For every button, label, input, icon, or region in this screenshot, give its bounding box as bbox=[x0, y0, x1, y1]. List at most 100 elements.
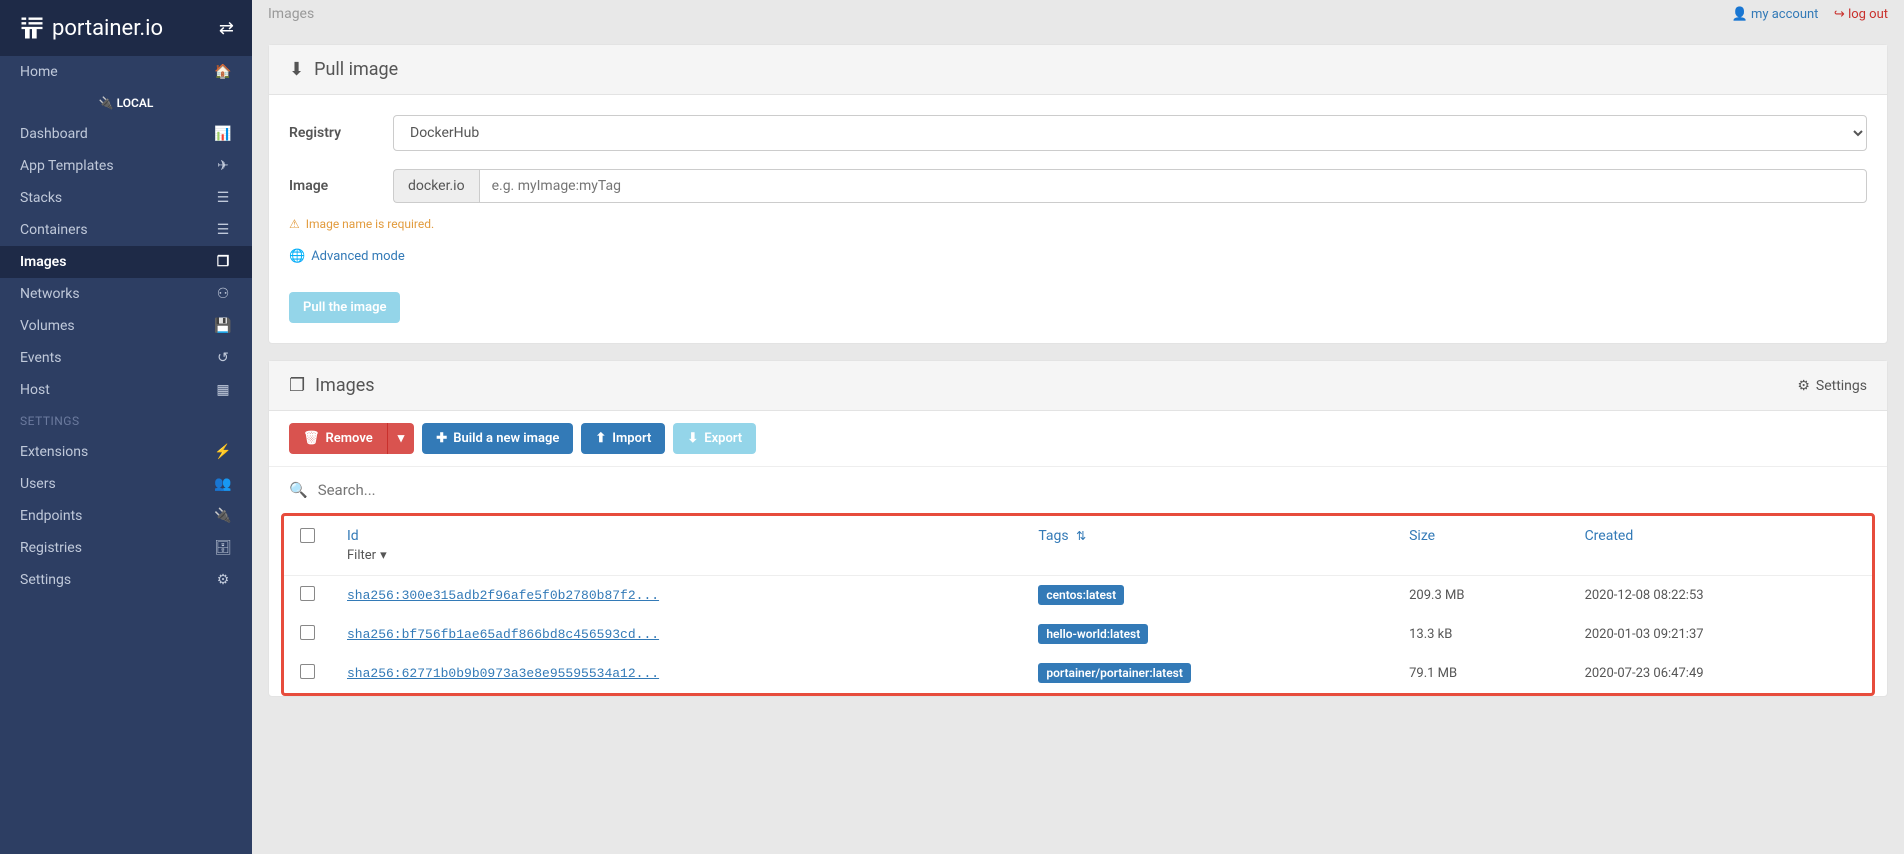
rocket-icon: ✈ bbox=[214, 158, 232, 174]
sidebar-item-label: Volumes bbox=[20, 318, 75, 334]
plus-icon: ✚ bbox=[436, 431, 447, 446]
sidebar-item-label: App Templates bbox=[20, 158, 114, 174]
build-image-button[interactable]: ✚ Build a new image bbox=[422, 423, 573, 454]
pull-image-button[interactable]: Pull the image bbox=[289, 292, 400, 323]
copy-icon: ❐ bbox=[214, 254, 232, 270]
created-cell: 2020-01-03 09:21:37 bbox=[1569, 615, 1872, 654]
images-table: Id Filter ▾ Tags ⇅ Size Created bbox=[284, 516, 1872, 693]
select-all-checkbox[interactable] bbox=[300, 528, 315, 543]
upload-icon: ⬆ bbox=[595, 431, 606, 446]
panel-title: Pull image bbox=[314, 59, 398, 80]
user-icon: 👤 bbox=[1732, 7, 1748, 22]
images-table-highlight: Id Filter ▾ Tags ⇅ Size Created bbox=[281, 513, 1875, 696]
import-button[interactable]: ⬆ Import bbox=[581, 423, 665, 454]
pull-image-panel-header: ⬇ Pull image bbox=[269, 45, 1887, 95]
tags-column-header[interactable]: Tags bbox=[1038, 528, 1068, 544]
table-row: sha256:300e315adb2f96afe5f0b2780b87f2...… bbox=[284, 576, 1872, 616]
plug-icon: 🔌 bbox=[214, 508, 232, 524]
created-column-header[interactable]: Created bbox=[1585, 528, 1634, 544]
tag-badge: centos:latest bbox=[1038, 585, 1124, 605]
search-icon: 🔍 bbox=[289, 481, 308, 499]
sidebar-item-containers[interactable]: Containers ☰ bbox=[0, 214, 252, 246]
main-content: Images 👤 my account ↪ log out ⬇ Pull ima… bbox=[252, 0, 1904, 854]
remove-button[interactable]: 🗑 Remove bbox=[289, 423, 387, 454]
sidebar-item-label: Events bbox=[20, 350, 61, 366]
sidebar-item-dashboard[interactable]: Dashboard 📊 bbox=[0, 118, 252, 150]
bolt-icon: ⚡ bbox=[214, 444, 232, 460]
top-header: Images 👤 my account ↪ log out bbox=[268, 0, 1888, 28]
image-name-input[interactable] bbox=[479, 169, 1867, 203]
size-cell: 209.3 MB bbox=[1393, 576, 1568, 616]
sidebar-item-label: Endpoints bbox=[20, 508, 82, 524]
header-links: 👤 my account ↪ log out bbox=[1720, 6, 1888, 22]
sidebar-item-users[interactable]: Users 👥 bbox=[0, 468, 252, 500]
sidebar-item-app-templates[interactable]: App Templates ✈ bbox=[0, 150, 252, 182]
image-required-warning: ⚠ Image name is required. bbox=[289, 217, 1867, 231]
sidebar-item-label: Images bbox=[20, 254, 66, 270]
image-id-link[interactable]: sha256:62771b0b9b0973a3e8e95595534a12... bbox=[347, 666, 659, 681]
sidebar-item-home[interactable]: Home 🏠 bbox=[0, 56, 252, 88]
breadcrumb: Images bbox=[268, 6, 314, 22]
sidebar-item-label: Users bbox=[20, 476, 56, 492]
sidebar-item-label: Registries bbox=[20, 540, 82, 556]
sidebar-item-label: Home bbox=[20, 64, 58, 80]
table-row: sha256:62771b0b9b0973a3e8e95595534a12...… bbox=[284, 654, 1872, 693]
list-icon: ☰ bbox=[214, 190, 232, 206]
id-column-header[interactable]: Id bbox=[347, 528, 359, 544]
size-cell: 13.3 kB bbox=[1393, 615, 1568, 654]
logout-link[interactable]: ↪ log out bbox=[1834, 7, 1888, 22]
filter-toggle[interactable]: Filter ▾ bbox=[347, 548, 1006, 563]
advanced-mode-link[interactable]: 🌐 Advanced mode bbox=[289, 249, 1867, 264]
created-cell: 2020-12-08 08:22:53 bbox=[1569, 576, 1872, 616]
panel-title: Images bbox=[315, 375, 374, 396]
images-icon: ❐ bbox=[289, 375, 305, 396]
sidebar-item-label: Networks bbox=[20, 286, 80, 302]
sidebar-item-label: Extensions bbox=[20, 444, 88, 460]
sidebar-item-events[interactable]: Events ↺ bbox=[0, 342, 252, 374]
sidebar-item-extensions[interactable]: Extensions ⚡ bbox=[0, 436, 252, 468]
sidebar-item-label: Containers bbox=[20, 222, 88, 238]
sidebar-item-registries[interactable]: Registries 🗄 bbox=[0, 532, 252, 564]
size-column-header[interactable]: Size bbox=[1409, 528, 1435, 544]
registry-select[interactable]: DockerHub bbox=[393, 115, 1867, 151]
history-icon: ↺ bbox=[214, 350, 232, 366]
registry-label: Registry bbox=[289, 125, 393, 141]
sidebar-item-stacks[interactable]: Stacks ☰ bbox=[0, 182, 252, 214]
sidebar-environment-header: 🔌 LOCAL bbox=[0, 88, 252, 118]
remove-dropdown-caret[interactable]: ▾ bbox=[387, 423, 415, 454]
sidebar-item-images[interactable]: Images ❐ bbox=[0, 246, 252, 278]
sidebar-item-networks[interactable]: Networks ⚇ bbox=[0, 278, 252, 310]
search-input[interactable] bbox=[318, 481, 1867, 499]
sort-icon: ⇅ bbox=[1076, 529, 1086, 543]
portainer-logo-icon bbox=[18, 14, 46, 42]
trash-icon: 🗑 bbox=[303, 431, 320, 446]
image-prefix: docker.io bbox=[393, 169, 479, 203]
download-icon: ⬇ bbox=[687, 431, 698, 446]
image-id-link[interactable]: sha256:bf756fb1ae65adf866bd8c456593cd... bbox=[347, 627, 659, 642]
sidebar-section-settings: SETTINGS bbox=[0, 406, 252, 436]
tag-badge: portainer/portainer:latest bbox=[1038, 663, 1191, 683]
globe-icon: 🌐 bbox=[289, 249, 305, 264]
my-account-link[interactable]: 👤 my account bbox=[1732, 7, 1819, 22]
cogs-icon: ⚙ bbox=[214, 572, 232, 588]
export-button[interactable]: ⬇ Export bbox=[673, 423, 756, 454]
sidebar-item-settings[interactable]: Settings ⚙ bbox=[0, 564, 252, 596]
tag-badge: hello-world:latest bbox=[1038, 624, 1148, 644]
sidebar-item-volumes[interactable]: Volumes 💾 bbox=[0, 310, 252, 342]
image-label: Image bbox=[289, 178, 393, 194]
row-checkbox[interactable] bbox=[300, 664, 315, 679]
swap-icon[interactable]: ⇄ bbox=[219, 18, 234, 39]
hdd-icon: 💾 bbox=[214, 318, 232, 334]
image-id-link[interactable]: sha256:300e315adb2f96afe5f0b2780b87f2... bbox=[347, 588, 659, 603]
row-checkbox[interactable] bbox=[300, 586, 315, 601]
search-bar: 🔍 bbox=[269, 467, 1887, 513]
row-checkbox[interactable] bbox=[300, 625, 315, 640]
sidebar-logo: portainer.io ⇄ bbox=[0, 0, 252, 56]
action-bar: 🗑 Remove ▾ ✚ Build a new image ⬆ Import … bbox=[269, 411, 1887, 467]
sidebar-item-endpoints[interactable]: Endpoints 🔌 bbox=[0, 500, 252, 532]
sidebar-item-host[interactable]: Host ▦ bbox=[0, 374, 252, 406]
created-cell: 2020-07-23 06:47:49 bbox=[1569, 654, 1872, 693]
gear-icon: ⚙ bbox=[1797, 378, 1810, 394]
panel-settings-link[interactable]: ⚙ Settings bbox=[1797, 378, 1867, 394]
images-list-panel: ❐ Images ⚙ Settings 🗑 Remove ▾ ✚ Bui bbox=[268, 360, 1888, 697]
